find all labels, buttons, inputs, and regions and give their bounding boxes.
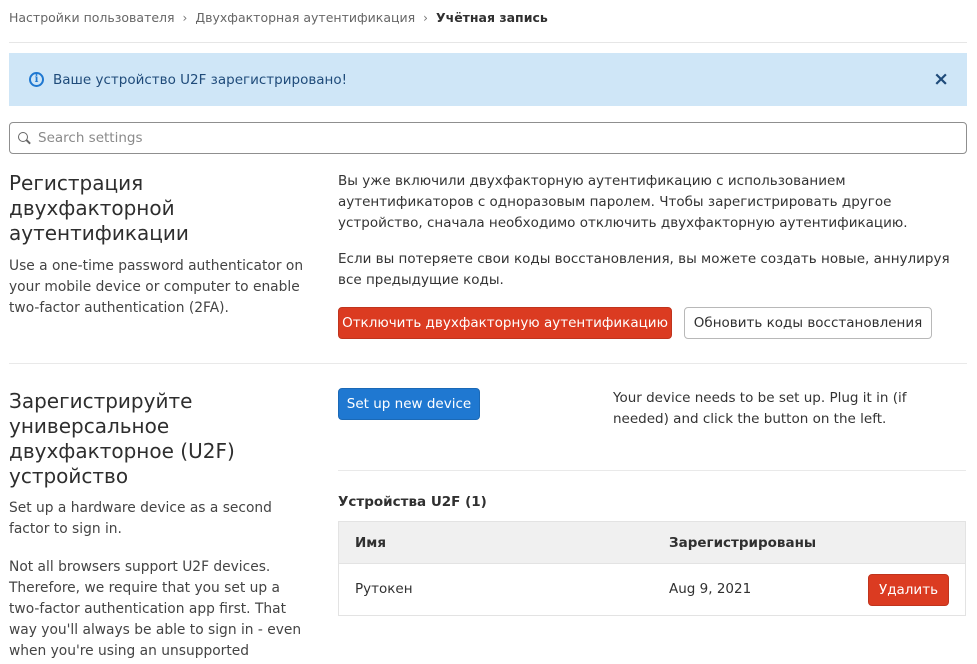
chevron-right-icon: › xyxy=(423,10,428,25)
table-row: Рутокен Aug 9, 2021 Удалить xyxy=(339,564,965,616)
info-icon: i xyxy=(29,72,44,87)
breadcrumb-item-two-factor[interactable]: Двухфакторная аутентификация xyxy=(195,10,415,25)
breadcrumb: Настройки пользователя › Двухфакторная а… xyxy=(9,10,548,25)
section-title-u2f: Зарегистрируйте универсальное двухфактор… xyxy=(9,389,235,488)
delete-device-button[interactable]: Удалить xyxy=(868,574,949,606)
search-icon xyxy=(18,132,30,144)
divider xyxy=(9,42,967,43)
device-registered-date: Aug 9, 2021 xyxy=(669,581,752,597)
breadcrumb-item-user-settings[interactable]: Настройки пользователя xyxy=(9,10,175,25)
table-header: Имя Зарегистрированы xyxy=(339,522,965,564)
section-description-2fa: Use a one-time password authenticator on… xyxy=(9,258,304,316)
column-header-name: Имя xyxy=(355,535,387,551)
setup-new-device-button[interactable]: Set up new device xyxy=(338,388,480,420)
u2f-devices-title: Устройства U2F (1) xyxy=(338,494,487,510)
2fa-enabled-text: Вы уже включили двухфакторную аутентифик… xyxy=(338,173,908,231)
chevron-right-icon: › xyxy=(182,10,188,25)
column-header-registered: Зарегистрированы xyxy=(669,535,817,551)
alert-message: Ваше устройство U2F зарегистрировано! xyxy=(53,71,348,88)
divider xyxy=(338,470,966,471)
search-box xyxy=(9,122,967,154)
u2f-browser-support-text: Not all browsers support U2F devices. Th… xyxy=(9,559,302,659)
u2f-devices-table: Имя Зарегистрированы Рутокен Aug 9, 2021… xyxy=(338,521,966,616)
success-alert: i Ваше устройство U2F зарегистрировано! … xyxy=(9,53,967,106)
section-description-u2f: Set up a hardware device as a second fac… xyxy=(9,500,272,537)
close-icon[interactable]: × xyxy=(933,70,949,89)
disable-2fa-button[interactable]: Отключить двухфакторную аутентификацию xyxy=(338,307,672,339)
setup-hint-text: Your device needs to be set up. Plug it … xyxy=(613,390,907,427)
divider xyxy=(9,363,967,364)
breadcrumb-current: Учётная запись xyxy=(435,10,548,25)
device-name: Рутокен xyxy=(355,581,413,597)
regenerate-codes-button[interactable]: Обновить коды восстановления xyxy=(684,307,932,339)
search-input[interactable] xyxy=(38,130,938,146)
recovery-codes-text: Если вы потеряете свои коды восстановлен… xyxy=(338,251,950,288)
section-title-2fa: Регистрация двухфакторной аутентификации xyxy=(9,171,189,245)
